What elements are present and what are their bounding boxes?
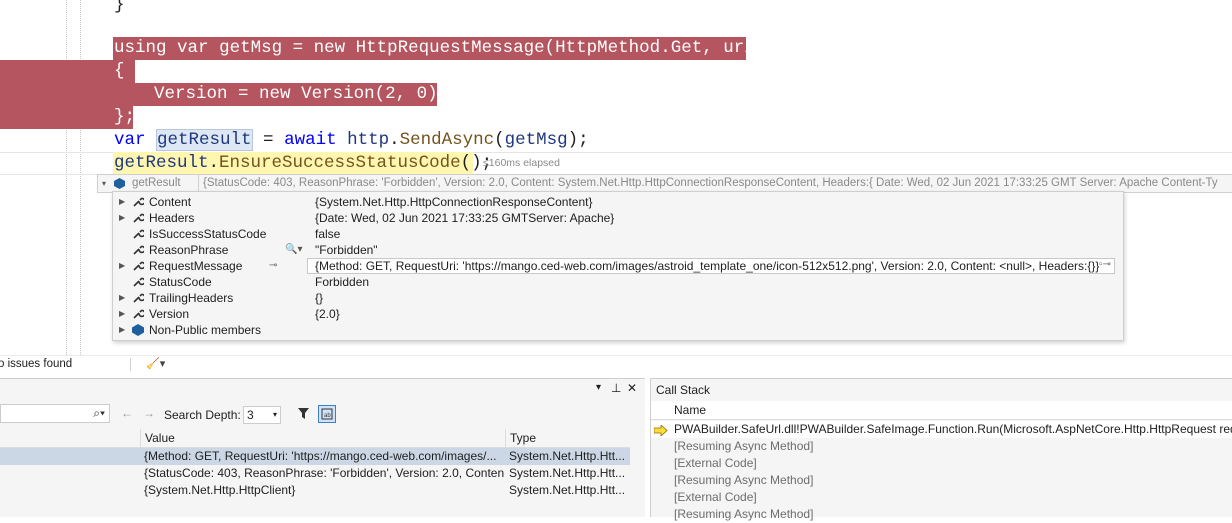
code-line-close-brace: }; <box>114 107 136 127</box>
expand-chevron-icon[interactable]: ▶ <box>119 290 125 306</box>
column-header-value[interactable]: Value <box>145 429 175 447</box>
editor-status-bar: o issues found 🧹▾ <box>0 355 1232 374</box>
datatip-row[interactable]: ▶ Version {2.0} <box>113 306 1123 322</box>
search-depth-label: Search Depth: <box>164 408 241 422</box>
code-line-using: using var getMsg = new HttpRequestMessag… <box>114 38 766 58</box>
back-arrow-icon[interactable]: ← <box>121 406 133 420</box>
divider <box>198 175 199 192</box>
datatip-header-name: getResult <box>132 177 181 189</box>
call-stack-window: Call Stack Name PWABuilder.SafeUrl.dll!P… <box>650 378 1232 521</box>
pin-icon[interactable]: ⊸ <box>269 258 277 274</box>
call-stack-frame[interactable]: [Resuming Async Method] <box>651 506 1232 523</box>
expand-chevron-icon[interactable]: ▶ <box>119 306 125 322</box>
wrench-icon <box>132 292 146 304</box>
autos-window: ▾ ⊥ ✕ ⌕▾ ← → Search Depth: 3 ▾ ab Value T… <box>0 378 645 517</box>
call-stack-frame[interactable]: [Resuming Async Method] <box>651 438 1232 455</box>
wrench-icon <box>132 308 146 320</box>
filter-icon[interactable] <box>297 407 311 424</box>
call-stack-header: Name <box>651 401 1232 420</box>
pin-icon[interactable]: ⊥ <box>611 381 621 395</box>
wrench-icon <box>132 244 146 256</box>
svg-text:ab: ab <box>324 413 331 419</box>
call-stack-frame[interactable]: [External Code] <box>651 455 1232 472</box>
indent-guide <box>80 0 81 355</box>
autos-title-bar: ▾ ⊥ ✕ <box>0 379 645 401</box>
datatip-header-value: {StatusCode: 403, ReasonPhrase: 'Forbidd… <box>203 177 1218 189</box>
wrench-icon <box>132 260 146 272</box>
elapsed-time-hint: ≤160ms elapsed <box>483 157 560 169</box>
divider <box>130 358 131 371</box>
call-stack-frame[interactable]: PWABuilder.SafeUrl.dll!PWABuilder.SafeIm… <box>651 421 1232 438</box>
datatip-row[interactable]: ▶ Non-Public members <box>113 322 1123 338</box>
expand-chevron-icon[interactable]: ▶ <box>119 258 125 274</box>
wrench-icon <box>132 196 146 208</box>
datatip-row[interactable]: ▶ Headers {Date: Wed, 02 Jun 2021 17:33:… <box>113 210 1123 226</box>
table-row[interactable]: {Method: GET, RequestUri: 'https://mango… <box>0 448 630 465</box>
close-icon[interactable]: ✕ <box>627 381 637 395</box>
datatip-panel: ▫⊸ ▶ Content {System.Net.Http.HttpConnec… <box>112 191 1124 341</box>
non-public-members-icon <box>132 324 144 336</box>
datatip-row[interactable]: ▶ RequestMessage ⊸ {Method: GET, Request… <box>113 258 1123 274</box>
indent-guide <box>66 0 67 355</box>
call-stack-frame[interactable]: [Resuming Async Method] <box>651 472 1232 489</box>
datatip-row[interactable]: ReasonPhrase 🔍▾ "Forbidden" <box>113 242 1123 258</box>
code-line-open-brace: { <box>114 61 125 81</box>
column-header-type[interactable]: Type <box>510 429 536 447</box>
call-stack-frame[interactable]: [External Code] <box>651 489 1232 506</box>
hex-display-toggle[interactable]: ab <box>318 405 336 423</box>
code-line-version: Version = new Version(2, 0) <box>154 84 438 104</box>
expand-chevron-icon[interactable]: ▶ <box>119 322 125 338</box>
table-row[interactable]: {StatusCode: 403, ReasonPhrase: 'Forbidd… <box>0 465 630 482</box>
expand-chevron-icon[interactable]: ▶ <box>119 194 125 210</box>
datatip-row[interactable]: ▶ Content {System.Net.Http.HttpConnectio… <box>113 194 1123 210</box>
search-depth-select[interactable]: 3 ▾ <box>243 406 281 424</box>
code-line-ensure: getResult.EnsureSuccessStatusCode(); <box>114 153 493 173</box>
wrench-icon <box>132 228 146 240</box>
table-row[interactable]: {System.Net.Http.HttpClient} System.Net.… <box>0 482 630 499</box>
reference-highlight[interactable]: getResult <box>156 129 253 151</box>
datatip-row[interactable]: IsSuccessStatusCode false <box>113 226 1123 242</box>
datatip-row[interactable]: StatusCode Forbidden <box>113 274 1123 290</box>
collapse-chevron-icon[interactable]: ▾ <box>102 175 106 192</box>
column-header-name[interactable]: Name <box>674 401 706 419</box>
code-cleanup-icon[interactable]: 🧹▾ <box>146 357 165 370</box>
code-line-brace: } <box>114 0 125 15</box>
window-dropdown-icon[interactable]: ▾ <box>596 382 601 393</box>
expand-chevron-icon[interactable]: ▶ <box>119 210 125 226</box>
forward-arrow-icon[interactable]: → <box>143 406 155 420</box>
code-line-send: var getResult = await http.SendAsync(get… <box>114 129 589 151</box>
visualizer-search-icon[interactable]: 🔍▾ <box>285 242 302 258</box>
wrench-icon <box>132 212 146 224</box>
chevron-down-icon: ▾ <box>272 410 277 419</box>
datatip-row[interactable]: ▶ TrailingHeaders {} <box>113 290 1123 306</box>
search-input[interactable]: ⌕▾ <box>0 404 110 423</box>
wrench-icon <box>132 276 146 288</box>
autos-grid-header: Value Type <box>0 429 630 448</box>
issues-status[interactable]: o issues found <box>0 358 72 370</box>
call-stack-title: Call Stack <box>656 383 711 397</box>
search-icon[interactable]: ⌕▾ <box>93 406 105 421</box>
